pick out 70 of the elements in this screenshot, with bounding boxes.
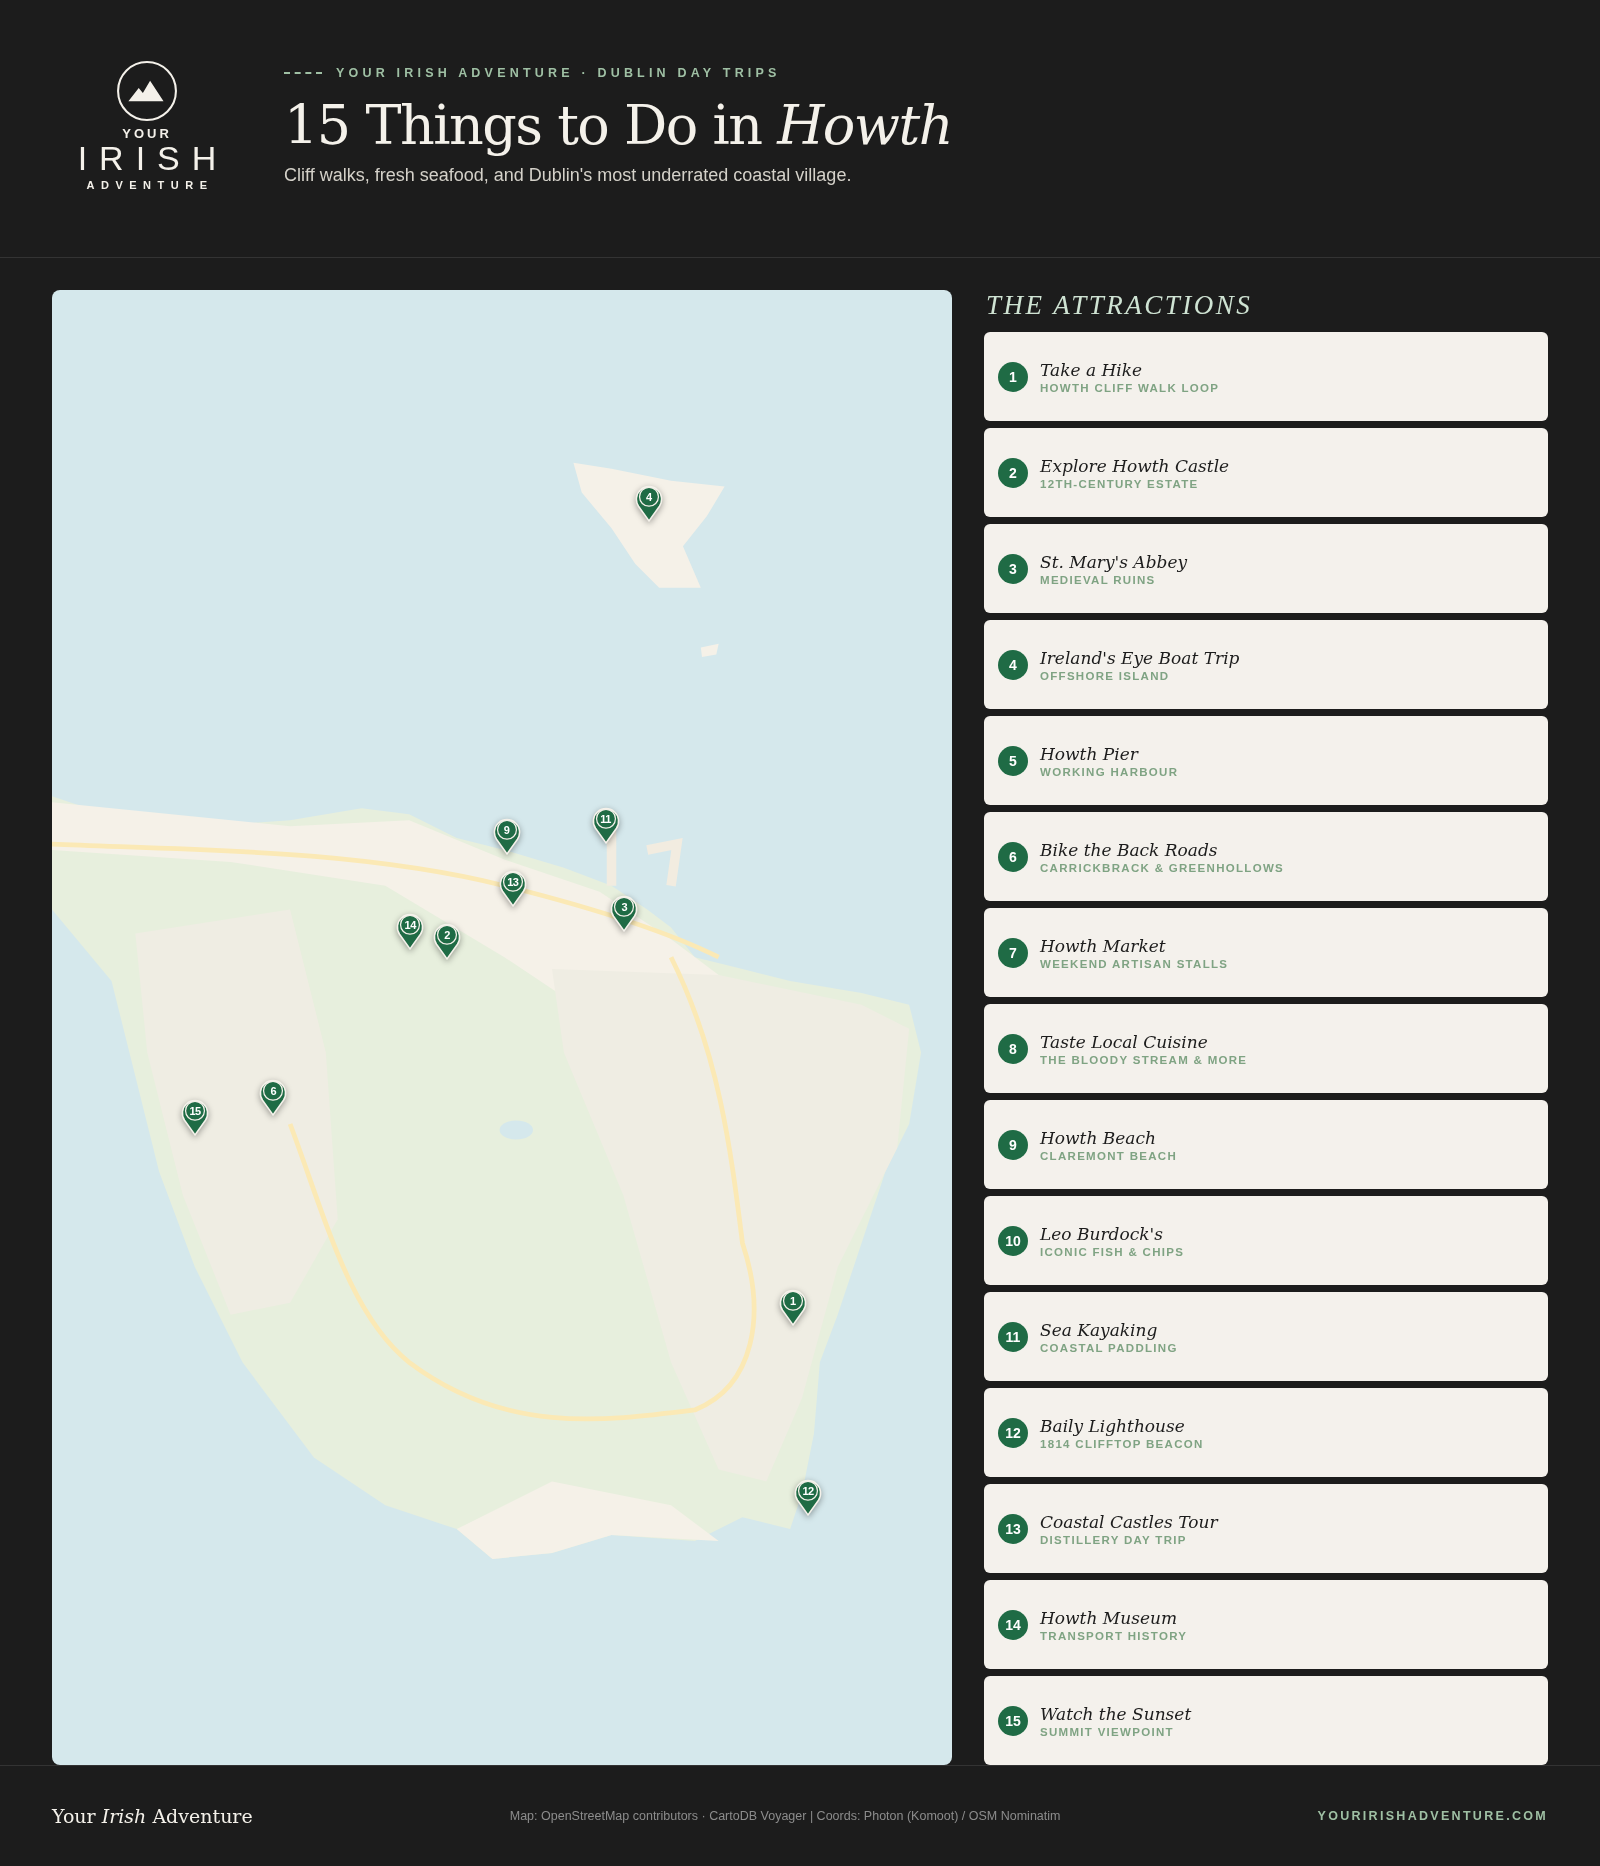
attraction-name: Bike the Back Roads [1040,839,1219,860]
attraction-name: Baily Lighthouse [1040,1415,1186,1436]
number-badge: 5 [998,745,1028,776]
number-badge: 12 [998,1417,1028,1448]
logo: YOUR IRISH ADVENTURE [72,60,222,191]
attraction-name: Watch the Sunset [1040,1703,1192,1724]
attraction-name: Take a Hike [1040,359,1144,380]
attraction-name: Ireland's Eye Boat Trip [1040,647,1240,668]
attraction-card[interactable]: 1 Take a Hike HOWTH CLIFF WALK LOOP [984,332,1548,421]
attraction-card[interactable]: 9 Howth Beach CLAREMONT BEACH [984,1100,1548,1189]
attraction-card[interactable]: 15 Watch the Sunset SUMMIT VIEWPOINT [984,1676,1548,1765]
website-link[interactable]: YOURIRISHADVENTURE.COM [1317,1809,1548,1823]
attraction-detail: OFFSHORE ISLAND [1040,669,1171,682]
number-badge: 1 [998,361,1028,392]
attraction-card[interactable]: 4 Ireland's Eye Boat Trip OFFSHORE ISLAND [984,620,1548,709]
attraction-card[interactable]: 10 Leo Burdock's ICONIC FISH & CHIPS [984,1196,1548,1285]
footer-brand: Your Irish Adventure [52,1805,253,1827]
attraction-card[interactable]: 13 Coastal Castles Tour DISTILLERY DAY TRIP [984,1484,1548,1573]
attraction-detail: 12TH-CENTURY ESTATE [1040,477,1200,490]
subtitle: Cliff walks, fresh seafood, and Dublin's most underrated coastal village. [284,164,853,186]
section-heading: THE ATTRACTIONS [986,290,1254,320]
attraction-name: Taste Local Cuisine [1040,1031,1209,1052]
attraction-name: Leo Burdock's [1040,1223,1164,1244]
attraction-name: Explore Howth Castle [1040,455,1230,476]
attraction-name: Howth Museum [1040,1607,1178,1628]
attraction-name: St. Mary's Abbey [1040,551,1188,572]
attraction-name: Howth Market [1040,935,1167,956]
number-badge: 8 [998,1033,1028,1064]
number-badge: 11 [998,1321,1028,1352]
number-badge: 14 [998,1609,1028,1640]
attraction-name: Sea Kayaking [1040,1319,1159,1340]
attraction-detail: THE BLOODY STREAM & MORE [1040,1053,1248,1066]
attraction-name: Howth Pier [1040,743,1140,764]
attraction-detail: 1814 CLIFFTOP BEACON [1040,1437,1204,1450]
attraction-card[interactable]: 3 St. Mary's Abbey MEDIEVAL RUINS [984,524,1548,613]
attraction-detail: WEEKEND ARTISAN STALLS [1040,957,1229,970]
attraction-card[interactable]: 2 Explore Howth Castle 12TH-CENTURY ESTATE [984,428,1548,517]
attraction-card[interactable]: 11 Sea Kayaking COASTAL PADDLING [984,1292,1548,1381]
number-badge: 4 [998,649,1028,680]
number-badge: 10 [998,1225,1028,1256]
map-credits: Map: OpenStreetMap contributors · CartoDB Voyager | Coords: Photon (Komoot) / OSM Nominatim [509,1809,1061,1823]
mountain-logo-icon [116,60,178,122]
number-badge: 15 [998,1705,1028,1736]
attraction-detail: TRANSPORT HISTORY [1040,1629,1188,1642]
eyebrow-text: YOUR IRISH ADVENTURE · DUBLIN DAY TRIPS [336,65,781,80]
page-title: 15 Things to Do in Howth [284,93,953,157]
number-badge: 3 [998,553,1028,584]
number-badge: 13 [998,1513,1028,1544]
attraction-detail: HOWTH CLIFF WALK LOOP [1040,381,1220,394]
number-badge: 2 [998,457,1028,488]
attraction-card[interactable]: 7 Howth Market WEEKEND ARTISAN STALLS [984,908,1548,997]
attraction-card[interactable]: 6 Bike the Back Roads CARRICKBRACK & GREENHOLLOWS [984,812,1548,901]
map[interactable]: 4 11 9 13 3 2 14 15 6 1 12 [52,290,952,1765]
attraction-detail: MEDIEVAL RUINS [1040,573,1157,586]
attraction-detail: CLAREMONT BEACH [1040,1149,1178,1162]
attraction-name: Coastal Castles Tour [1040,1511,1218,1532]
attraction-detail: ICONIC FISH & CHIPS [1040,1245,1185,1258]
attraction-card[interactable]: 5 Howth Pier WORKING HARBOUR [984,716,1548,805]
attraction-card[interactable]: 12 Baily Lighthouse 1814 CLIFFTOP BEACON [984,1388,1548,1477]
number-badge: 9 [998,1129,1028,1160]
attraction-detail: CARRICKBRACK & GREENHOLLOWS [1040,861,1284,874]
attraction-detail: COASTAL PADDLING [1040,1341,1178,1354]
number-badge: 6 [998,841,1028,872]
attraction-detail: WORKING HARBOUR [1040,765,1179,778]
attraction-name: Howth Beach [1040,1127,1157,1148]
attraction-card[interactable]: 14 Howth Museum TRANSPORT HISTORY [984,1580,1548,1669]
number-badge: 7 [998,937,1028,968]
attraction-detail: DISTILLERY DAY TRIP [1040,1533,1188,1546]
attraction-card[interactable]: 8 Taste Local Cuisine THE BLOODY STREAM & MORE [984,1004,1548,1093]
attraction-detail: SUMMIT VIEWPOINT [1040,1725,1175,1738]
